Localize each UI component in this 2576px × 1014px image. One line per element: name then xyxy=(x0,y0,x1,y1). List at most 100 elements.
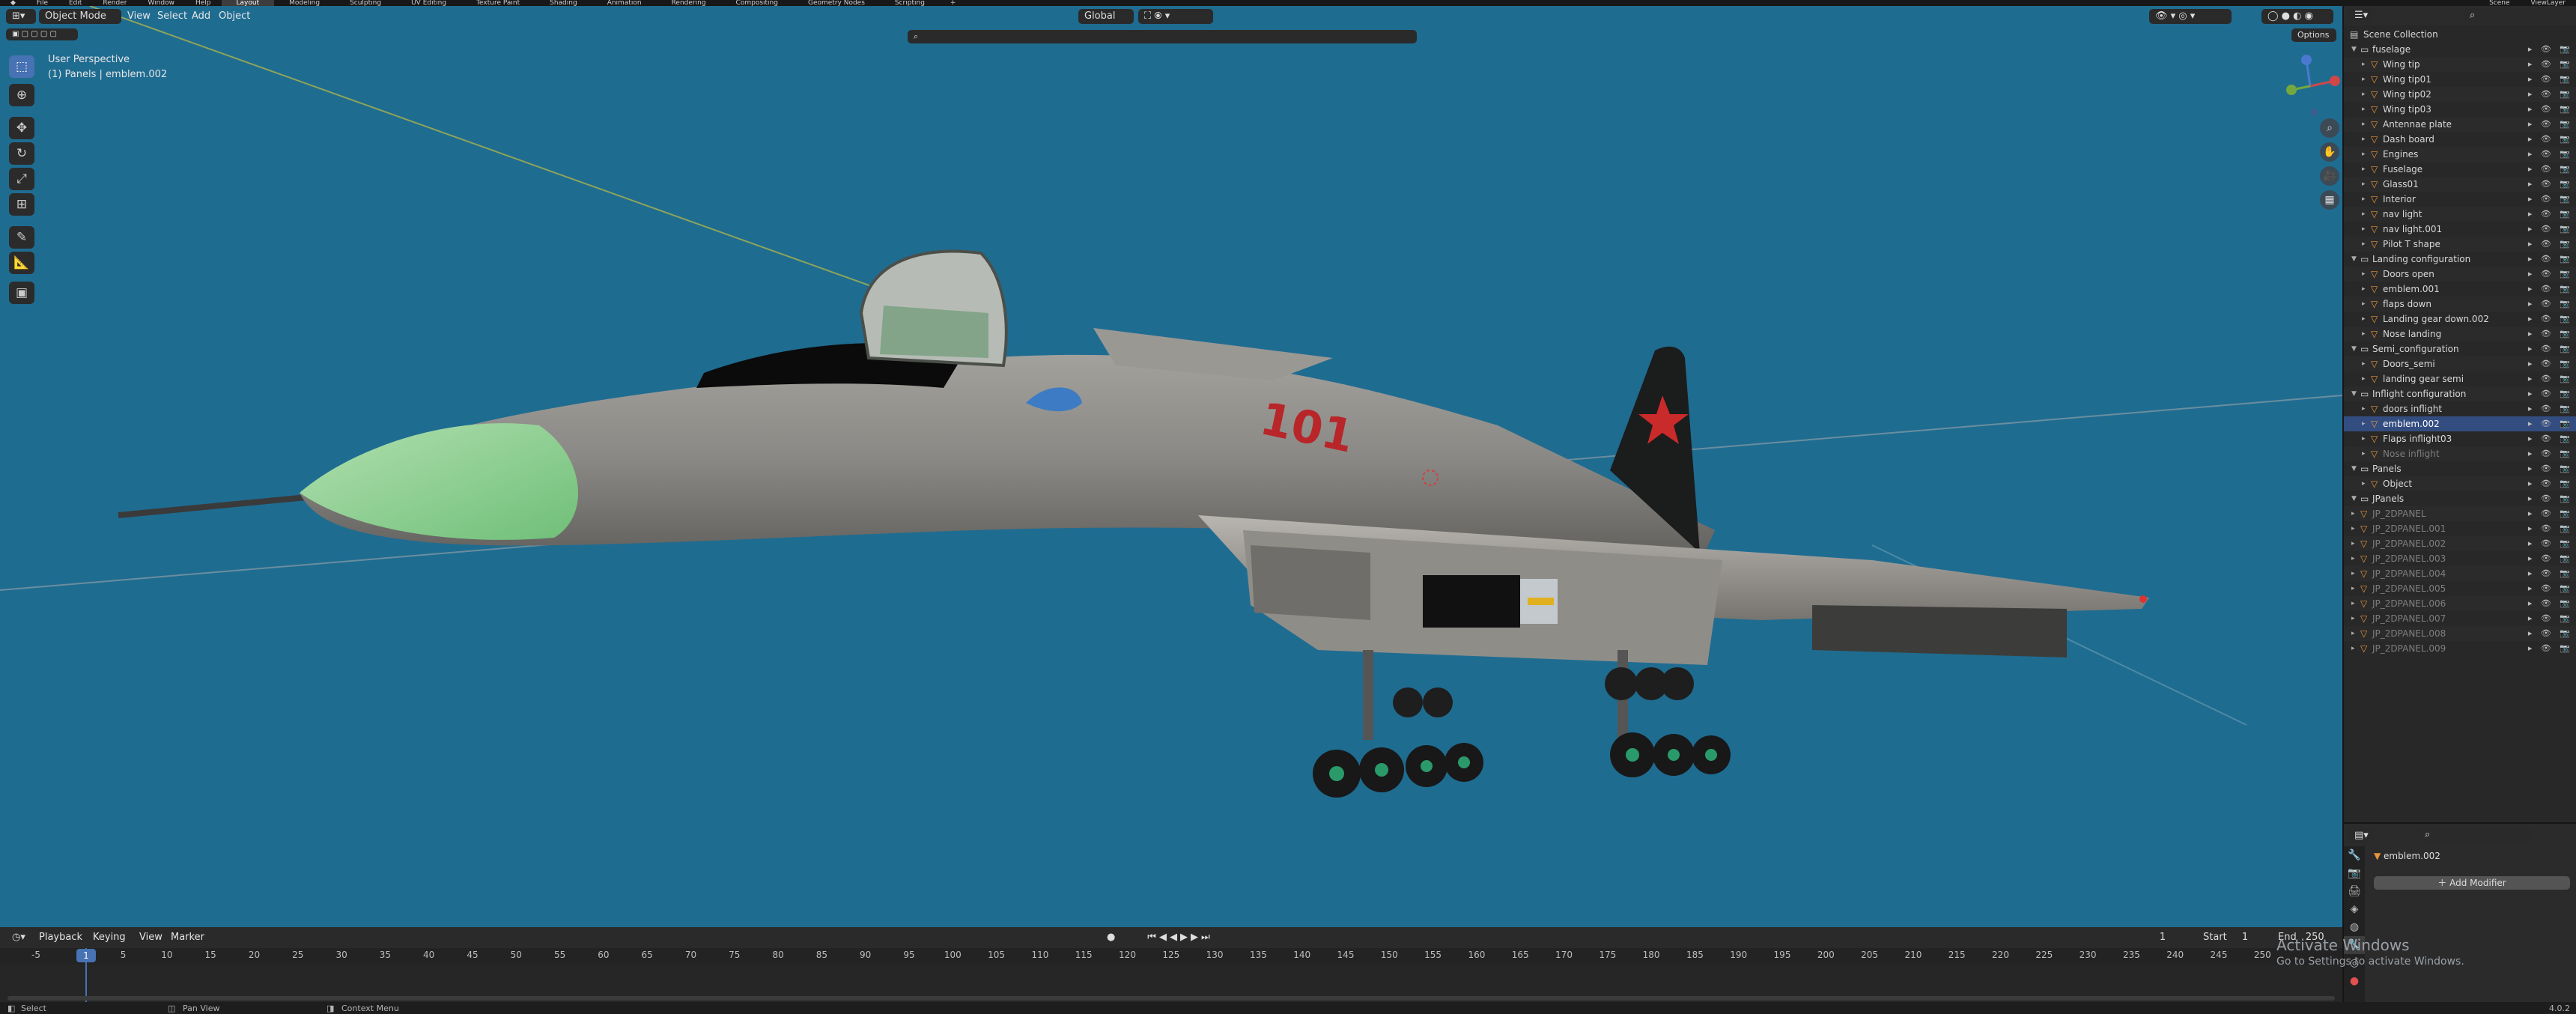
outliner-object-row[interactable]: ▸ ▽ Dash board ▸ 👁 📷 xyxy=(2344,132,2576,147)
visibility-toggle-icons[interactable]: ▸ 👁 📷 xyxy=(2528,282,2573,297)
visibility-toggle-icons[interactable]: ▸ 👁 📷 xyxy=(2528,237,2573,252)
outliner-object-row[interactable]: ▸ ▽ Antennae plate ▸ 👁 📷 xyxy=(2344,117,2576,132)
visibility-toggle-icons[interactable]: ▸ 👁 📷 xyxy=(2528,57,2573,72)
visibility-toggle-icons[interactable]: ▸ 👁 📷 xyxy=(2528,506,2573,521)
overlays-gizmo-toggle[interactable]: 👁 ▾ ◎ ▾ xyxy=(2149,9,2232,24)
expand-arrow-icon[interactable]: ▼ xyxy=(2351,491,2357,506)
properties-editor-icon[interactable]: ▤▾ xyxy=(2348,828,2374,843)
menu-window[interactable]: Window xyxy=(137,0,185,6)
disclosure-arrow-icon[interactable]: ▸ xyxy=(2362,147,2366,162)
outliner-object-row[interactable]: ▸ ▽ flaps down ▸ 👁 📷 xyxy=(2344,297,2576,312)
visibility-toggle-icons[interactable]: ▸ 👁 📷 xyxy=(2528,177,2573,192)
editor-type-icon[interactable]: ⊞▾ xyxy=(6,9,36,24)
timeline-editor-icon[interactable]: ◷▾ xyxy=(6,930,31,945)
scene-collection-row[interactable]: ▤ Scene Collection xyxy=(2344,27,2576,42)
visibility-toggle-icons[interactable]: ▸ 👁 📷 xyxy=(2528,581,2573,596)
outliner-object-row[interactable]: ▸ ▽ nav light.001 ▸ 👁 📷 xyxy=(2344,222,2576,237)
disclosure-arrow-icon[interactable]: ▸ xyxy=(2362,222,2366,237)
outliner-object-row[interactable]: ▸ ▽ Glass01 ▸ 👁 📷 xyxy=(2344,177,2576,192)
visibility-toggle-icons[interactable]: ▸ 👁 📷 xyxy=(2528,566,2573,581)
outliner-object-row[interactable]: ▸ ▽ JP_2DPANEL.005 ▸ 👁 📷 xyxy=(2344,581,2576,596)
viewport-menu-object[interactable]: Object xyxy=(219,9,250,24)
visibility-toggle-icons[interactable]: ▸ 👁 📷 xyxy=(2528,536,2573,551)
visibility-toggle-icons[interactable]: ▸ 👁 📷 xyxy=(2528,252,2573,267)
object-mode-dropdown[interactable]: Object Mode xyxy=(39,9,121,24)
visibility-toggle-icons[interactable]: ▸ 👁 📷 xyxy=(2528,611,2573,626)
disclosure-arrow-icon[interactable]: ▸ xyxy=(2362,297,2366,312)
visibility-toggle-icons[interactable]: ▸ 👁 📷 xyxy=(2528,491,2573,506)
visibility-toggle-icons[interactable]: ▸ 👁 📷 xyxy=(2528,596,2573,611)
disclosure-arrow-icon[interactable]: ▸ xyxy=(2362,177,2366,192)
visibility-toggle-icons[interactable]: ▸ 👁 📷 xyxy=(2528,147,2573,162)
record-icon[interactable]: ● xyxy=(1101,930,1120,945)
visibility-toggle-icons[interactable]: ▸ 👁 📷 xyxy=(2528,207,2573,222)
tab-texture-paint[interactable]: Texture Paint xyxy=(461,0,535,6)
disclosure-arrow-icon[interactable]: ▸ xyxy=(2362,267,2366,282)
timeline-ruler[interactable]: -505101520253035404550556065707580859095… xyxy=(0,948,2342,965)
visibility-toggle-icons[interactable]: ▸ 👁 📷 xyxy=(2528,312,2573,327)
timeline-scrollbar[interactable] xyxy=(7,996,2335,1001)
outliner-object-row[interactable]: ▸ ▽ JP_2DPANEL.004 ▸ 👁 📷 xyxy=(2344,566,2576,581)
visibility-toggle-icons[interactable]: ▸ 👁 📷 xyxy=(2528,431,2573,446)
outliner-object-row[interactable]: ▸ ▽ Interior ▸ 👁 📷 xyxy=(2344,192,2576,207)
timeline-menu-playback[interactable]: Playback xyxy=(39,930,82,945)
visibility-toggle-icons[interactable]: ▸ 👁 📷 xyxy=(2528,551,2573,566)
add-workspace-icon[interactable]: + xyxy=(940,0,967,6)
outliner-object-row[interactable]: ▸ ▽ Doors open ▸ 👁 📷 xyxy=(2344,267,2576,282)
tab-geometry-nodes[interactable]: Geometry Nodes xyxy=(793,0,880,6)
navigation-gizmo[interactable] xyxy=(2276,52,2342,120)
disclosure-arrow-icon[interactable]: ▸ xyxy=(2362,356,2366,371)
disclosure-arrow-icon[interactable]: ▸ xyxy=(2351,521,2355,536)
disclosure-arrow-icon[interactable]: ▸ xyxy=(2351,566,2355,581)
tab-sculpting[interactable]: Sculpting xyxy=(335,0,396,6)
outliner-object-row[interactable]: ▸ ▽ Pilot T shape ▸ 👁 📷 xyxy=(2344,237,2576,252)
outliner-collection-row[interactable]: ▼ ▭ fuselage ▸ 👁 📷 xyxy=(2344,42,2576,57)
disclosure-arrow-icon[interactable]: ▸ xyxy=(2362,132,2366,147)
blender-logo-icon[interactable]: ◆ xyxy=(0,0,26,6)
outliner-collection-row[interactable]: ▼ ▭ Panels ▸ 👁 📷 xyxy=(2344,461,2576,476)
visibility-toggle-icons[interactable]: ▸ 👁 📷 xyxy=(2528,297,2573,312)
timeline-menu-marker[interactable]: Marker xyxy=(171,930,204,945)
world-tab-icon[interactable]: ◍ xyxy=(2344,918,2365,936)
expand-arrow-icon[interactable]: ▼ xyxy=(2351,341,2357,356)
disclosure-arrow-icon[interactable]: ▸ xyxy=(2362,327,2366,341)
camera-icon[interactable]: 🎥 xyxy=(2320,166,2339,186)
select-box-icon[interactable]: ⬚ xyxy=(9,55,34,78)
measure-icon[interactable]: 📐 xyxy=(9,252,34,274)
visibility-toggle-icons[interactable]: ▸ 👁 📷 xyxy=(2528,386,2573,401)
pan-hand-icon[interactable]: ✋ xyxy=(2320,142,2339,162)
visibility-toggle-icons[interactable]: ▸ 👁 📷 xyxy=(2528,102,2573,117)
tool-tab-icon[interactable]: 🔧 xyxy=(2344,846,2365,864)
expand-arrow-icon[interactable]: ▼ xyxy=(2351,461,2357,476)
visibility-toggle-icons[interactable]: ▸ 👁 📷 xyxy=(2528,42,2573,57)
disclosure-arrow-icon[interactable]: ▸ xyxy=(2362,282,2366,297)
visibility-toggle-icons[interactable]: ▸ 👁 📷 xyxy=(2528,446,2573,461)
menu-edit[interactable]: Edit xyxy=(58,0,92,6)
add-cube-icon[interactable]: ▣ xyxy=(9,282,34,304)
add-modifier-button[interactable]: ＋ Add Modifier xyxy=(2374,876,2570,890)
tab-shading[interactable]: Shading xyxy=(535,0,592,6)
cursor-icon[interactable]: ⊕ xyxy=(9,84,34,106)
visibility-toggle-icons[interactable]: ▸ 👁 📷 xyxy=(2528,192,2573,207)
viewport-menu-view[interactable]: View xyxy=(127,9,151,24)
outliner-editor-icon[interactable]: ☰▾ xyxy=(2348,8,2374,23)
annotate-icon[interactable]: ✎ xyxy=(9,226,34,249)
expand-arrow-icon[interactable]: ▼ xyxy=(2351,252,2357,267)
disclosure-arrow-icon[interactable]: ▸ xyxy=(2362,312,2366,327)
visibility-toggle-icons[interactable]: ▸ 👁 📷 xyxy=(2528,132,2573,147)
filter-bar[interactable]: ⌕ xyxy=(908,30,1417,43)
playback-controls[interactable]: ⏮◀◀▶▶⏭ xyxy=(1135,930,1225,945)
outliner-object-row[interactable]: ▸ ▽ nav light ▸ 👁 📷 xyxy=(2344,207,2576,222)
disclosure-arrow-icon[interactable]: ▸ xyxy=(2362,237,2366,252)
menu-file[interactable]: File xyxy=(26,0,58,6)
visibility-toggle-icons[interactable]: ▸ 👁 📷 xyxy=(2528,416,2573,431)
visibility-toggle-icons[interactable]: ▸ 👁 📷 xyxy=(2528,162,2573,177)
visibility-toggle-icons[interactable]: ▸ 👁 📷 xyxy=(2528,267,2573,282)
tab-modeling[interactable]: Modeling xyxy=(274,0,335,6)
outliner-object-row[interactable]: ▸ ▽ Object ▸ 👁 📷 xyxy=(2344,476,2576,491)
outliner-object-row[interactable]: ▸ ▽ Doors_semi ▸ 👁 📷 xyxy=(2344,356,2576,371)
visibility-toggle-icons[interactable]: ▸ 👁 📷 xyxy=(2528,401,2573,416)
ortho-grid-icon[interactable]: ▦ xyxy=(2320,190,2339,210)
outliner-search-input[interactable]: ⌕ xyxy=(2464,8,2561,23)
zoom-icon[interactable]: ⌕ xyxy=(2320,118,2339,138)
